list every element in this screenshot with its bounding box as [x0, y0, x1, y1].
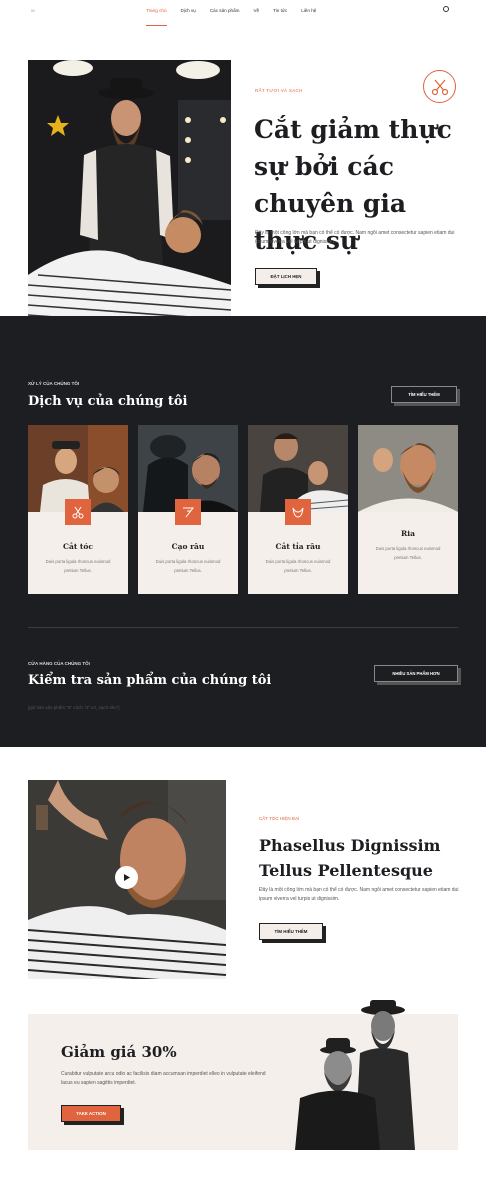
take-action-button[interactable]: TAKE ACTION — [61, 1105, 121, 1122]
nav-item-contact[interactable]: Liên hệ — [301, 8, 316, 13]
more-products-button[interactable]: NHIỀU SẢN PHẨM HƠN — [374, 665, 458, 682]
logo[interactable]: W — [31, 8, 35, 13]
card-title: Cắt tóc — [63, 542, 93, 551]
shop-eyebrow: CỬA HÀNG CỦA CHÚNG TÔI — [28, 661, 90, 666]
nav-item-home[interactable]: Trang chủ — [146, 8, 167, 26]
service-card-shave[interactable]: Cạo râu Duis porta ligula rhoncus euismo… — [138, 425, 238, 594]
beard-badge — [285, 499, 311, 525]
modern-text: Đây là một công lớn mà bạn có thể có đượ… — [259, 887, 459, 902]
services-title: Dịch vụ của chúng tôi — [28, 394, 188, 409]
services-eyebrow: XỬ LÝ CỦA CHÚNG TÔI — [28, 381, 80, 386]
mustache-photo — [358, 425, 458, 512]
card-desc: Duis porta ligula rhoncus euismod pretiu… — [265, 559, 331, 573]
promo-title: Giảm giá 30% — [61, 1043, 177, 1061]
card-desc: Duis porta ligula rhoncus euismod pretiu… — [45, 559, 111, 573]
modern-learn-more-button[interactable]: TÌM HIỂU THÊM — [259, 923, 323, 940]
card-title: Ria — [401, 529, 415, 538]
nav-item-services[interactable]: Dịch vụ — [181, 8, 196, 13]
card-desc: Duis porta ligula rhoncus euismod pretiu… — [375, 546, 441, 560]
nav-item-news[interactable]: Tin tức — [273, 8, 287, 13]
razor-badge — [175, 499, 201, 525]
shop-title: Kiểm tra sản phẩm của chúng tôi — [28, 673, 272, 688]
play-video-button[interactable] — [115, 866, 138, 889]
learn-more-button[interactable]: TÌM HIỂU THÊM — [391, 386, 457, 403]
scissors-icon — [72, 506, 84, 519]
user-icon[interactable] — [443, 6, 449, 12]
promo-barbers-photo — [290, 998, 458, 1150]
service-card-haircut[interactable]: Cắt tóc Duis porta ligula rhoncus euismo… — [28, 425, 128, 594]
scissors-badge — [65, 499, 91, 525]
card-desc: Duis porta ligula rhoncus euismod pretiu… — [155, 559, 221, 573]
scissors-comb-badge — [423, 70, 456, 103]
nav-item-products[interactable]: Các sản phẩm — [210, 8, 240, 13]
products-shortcode-note: [gói hàn sản phẩm "6" cách "4" cơ_sạch t… — [28, 705, 120, 710]
top-nav: W Trang chủ Dịch vụ Các sản phẩm Về Tin … — [0, 0, 486, 26]
hero-text: Đây là một công lớn mà bạn có thể có đượ… — [255, 230, 455, 245]
modern-eyebrow: CẮT TÓC HIỆN ĐẠI — [259, 816, 300, 821]
main-menu: Trang chủ Dịch vụ Các sản phẩm Về Tin tứ… — [146, 8, 330, 26]
hero-eyebrow: RẤT TƯƠI VÀ SẠCH — [255, 88, 303, 93]
book-appointment-button[interactable]: ĐẶT LỊCH HẸN — [255, 268, 317, 285]
promo-text: Curabitur vulputate arcu odio ac facilis… — [61, 1071, 266, 1086]
play-icon — [124, 874, 130, 881]
scissors-icon — [431, 79, 448, 95]
nav-item-about[interactable]: Về — [253, 8, 259, 13]
section-divider — [28, 627, 458, 628]
service-card-mustache[interactable]: Ria Duis porta ligula rhoncus euismod pr… — [358, 425, 458, 594]
card-title: Cạo râu — [171, 542, 205, 551]
service-card-beard-trim[interactable]: Cắt tỉa râu Duis porta ligula rhoncus eu… — [248, 425, 348, 594]
card-title: Cắt tỉa râu — [275, 542, 321, 551]
razor-icon — [183, 507, 195, 518]
hero-barber-photo — [28, 60, 231, 349]
modern-title: Phasellus Dignissim Tellus Pellentesque — [259, 836, 441, 880]
beard-icon — [292, 507, 304, 518]
